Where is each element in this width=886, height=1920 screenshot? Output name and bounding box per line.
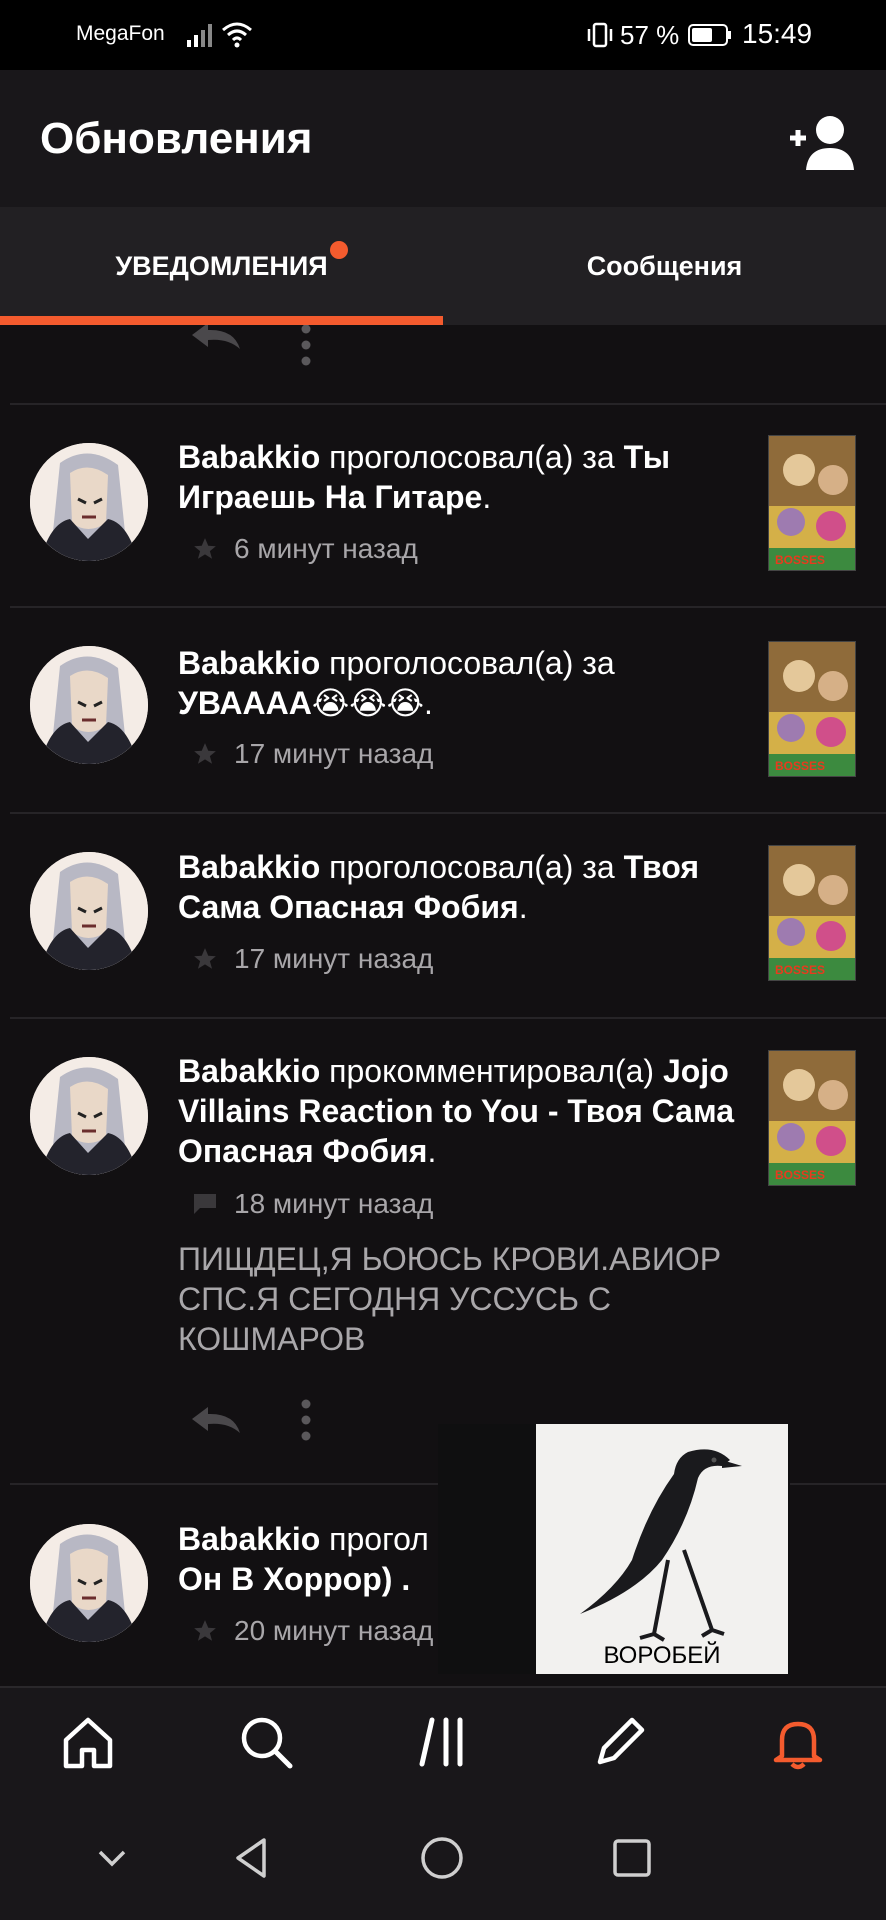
tab-label: Сообщения: [586, 250, 743, 281]
wifi-icon: [222, 22, 252, 48]
action-text: проголосовал(а) за: [329, 645, 615, 681]
username[interactable]: Babakkio: [178, 1053, 320, 1089]
tab-bar: УВЕДОМЛЕНИЯ Сообщения: [0, 207, 886, 325]
thumbnail-image: BOSSES: [769, 642, 855, 776]
signal-icon: [187, 24, 212, 47]
timestamp: 17 минут назад: [234, 738, 434, 769]
thumbnail-image: BOSSES: [769, 1051, 855, 1185]
notification-meta: 6 минут назад: [192, 533, 418, 565]
crow-caption: ВОРОБЕЙ: [603, 1642, 721, 1669]
svg-text:BOSSES: BOSSES: [775, 759, 825, 773]
library-icon[interactable]: [414, 1712, 474, 1772]
notification-text: Babakkio проголосовал(а) за Ты Играешь Н…: [178, 439, 671, 515]
notification-meta: 20 минут назад: [192, 1615, 442, 1647]
notification-text: Babakkio проголосовал(а) за Твоя Сама Оп…: [178, 849, 699, 925]
avatar-image: [30, 852, 148, 970]
timestamp: 20 минут назад: [234, 1615, 434, 1646]
svg-text:BOSSES: BOSSES: [775, 963, 825, 977]
avatar[interactable]: [30, 1057, 148, 1175]
status-bar: MegaFon 57 % 15:49: [0, 0, 886, 70]
star-icon: [194, 538, 216, 559]
comment-text: ПИЩДЕЦ,Я ЬОЮСЬ КРОВИ.АВИОР СПС.Я СЕГОДНЯ…: [178, 1241, 722, 1357]
more-options-icon[interactable]: [300, 1398, 312, 1442]
bell-icon[interactable]: [768, 1712, 828, 1772]
star-icon: [194, 743, 216, 764]
chevron-down-icon[interactable]: [88, 1834, 136, 1882]
system-navigation-bar: [0, 1804, 886, 1920]
action-text: прокомментировал(а): [329, 1053, 655, 1089]
page-title: Обновления: [40, 114, 313, 163]
avatar-image: [30, 443, 148, 561]
divider: [10, 403, 886, 405]
recents-icon[interactable]: [608, 1834, 656, 1882]
clock: 15:49: [742, 18, 813, 49]
battery-percent: 57 %: [620, 20, 680, 50]
floating-image-popup[interactable]: ВОРОБЕЙ: [438, 1424, 790, 1674]
tab-notifications[interactable]: УВЕДОМЛЕНИЯ: [0, 207, 443, 325]
svg-text:BOSSES: BOSSES: [775, 553, 825, 567]
tab-label: УВЕДОМЛЕНИЯ: [115, 250, 328, 281]
avatar-image: [30, 1057, 148, 1175]
crow-image: ВОРОБЕЙ: [536, 1424, 788, 1674]
timestamp: 18 минут назад: [234, 1188, 434, 1219]
username[interactable]: Babakkio: [178, 1521, 320, 1557]
post-thumbnail[interactable]: BOSSES: [768, 641, 856, 777]
svg-text:BOSSES: BOSSES: [775, 1168, 825, 1182]
star-icon: [194, 1620, 216, 1641]
notification-meta: 18 минут назад: [192, 1188, 433, 1220]
avatar[interactable]: [30, 646, 148, 764]
avatar[interactable]: [30, 1524, 148, 1642]
post-thumbnail[interactable]: BOSSES: [768, 435, 856, 571]
username[interactable]: Babakkio: [178, 645, 320, 681]
crow-illustration: [536, 1424, 788, 1674]
thumbnail-image: BOSSES: [769, 436, 855, 570]
more-options-icon[interactable]: [300, 325, 312, 367]
avatar[interactable]: [30, 443, 148, 561]
pencil-icon[interactable]: [590, 1712, 650, 1772]
home-icon[interactable]: [58, 1712, 118, 1772]
divider: [10, 1017, 886, 1019]
thumbnail-image: BOSSES: [769, 846, 855, 980]
timestamp: 6 минут назад: [234, 533, 418, 564]
avatar-image: [30, 1524, 148, 1642]
action-text: прогол: [329, 1521, 429, 1557]
reply-icon[interactable]: [186, 1403, 244, 1437]
divider: [10, 812, 886, 814]
search-icon[interactable]: [236, 1712, 296, 1772]
comment-icon: [194, 1194, 216, 1214]
carrier-name: MegaFon: [76, 22, 165, 45]
avatar[interactable]: [30, 852, 148, 970]
notification-meta: 17 минут назад: [192, 943, 433, 975]
reply-icon[interactable]: [186, 325, 244, 353]
avatar-image: [30, 646, 148, 764]
action-text: проголосовал(а) за: [329, 439, 615, 475]
battery-icon: [688, 24, 731, 46]
back-icon[interactable]: [228, 1834, 276, 1882]
vibrate-icon: [587, 22, 613, 48]
timestamp: 17 минут назад: [234, 943, 434, 974]
username[interactable]: Babakkio: [178, 849, 320, 885]
post-title-text: Он В Хоррор) .: [178, 1561, 411, 1597]
add-friend-icon[interactable]: [786, 112, 858, 172]
post-thumbnail[interactable]: BOSSES: [768, 845, 856, 981]
app-bar: Обновления: [0, 70, 886, 207]
notification-meta: 17 минут назад: [192, 738, 433, 770]
star-icon: [194, 948, 216, 969]
active-tab-indicator: [0, 316, 443, 325]
username[interactable]: Babakkio: [178, 439, 320, 475]
unread-dot: [330, 241, 348, 259]
post-thumbnail[interactable]: BOSSES: [768, 1050, 856, 1186]
divider: [10, 606, 886, 608]
notification-text: Babakkio прокомментировал(а) Jojo Villai…: [178, 1053, 735, 1169]
bottom-navigation: [0, 1686, 886, 1804]
action-text: проголосовал(а) за: [329, 849, 615, 885]
home-circle-icon[interactable]: [418, 1834, 466, 1882]
post-title[interactable]: УВАААА😭😭😭: [178, 685, 424, 721]
notification-text: Babakkio прогол: [178, 1519, 438, 1559]
tab-messages[interactable]: Сообщения: [443, 207, 886, 325]
notification-text: Babakkio проголосовал(а) за УВАААА😭😭😭.: [178, 645, 615, 721]
